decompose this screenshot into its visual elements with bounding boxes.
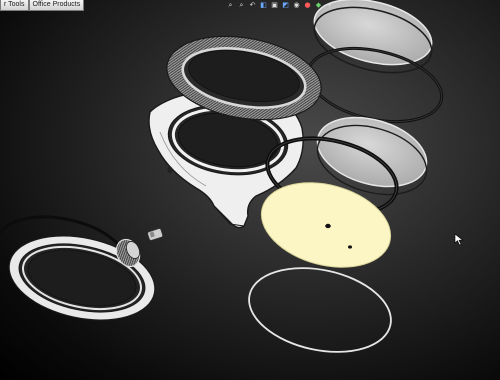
graphics-viewport[interactable]: r Tools Office Products ⌕ ⌕ ↶ ◧ ▣ ◩ ◉ ● … <box>0 0 500 380</box>
sapphire-crystal[interactable] <box>308 0 439 84</box>
view-orientation-icon[interactable]: ▣ <box>270 1 279 10</box>
mouse-cursor-icon <box>454 233 464 246</box>
zoom-area-icon[interactable]: ⌕ <box>237 1 246 10</box>
dial-ring[interactable] <box>241 256 398 364</box>
tab-tools[interactable]: r Tools <box>0 0 29 11</box>
apply-scene-icon[interactable]: ◆ <box>314 1 323 10</box>
command-tab-bar: r Tools Office Products <box>0 0 85 11</box>
previous-view-icon[interactable]: ↶ <box>248 1 257 10</box>
case-back[interactable] <box>1 223 162 332</box>
edit-appearance-icon[interactable]: ● <box>303 1 312 10</box>
hide-show-icon[interactable]: ◉ <box>292 1 301 10</box>
heads-up-view-toolbar: ⌕ ⌕ ↶ ◧ ▣ ◩ ◉ ● ◆ ▾ <box>226 0 334 10</box>
display-style-icon[interactable]: ◩ <box>281 1 290 10</box>
tab-office-products[interactable]: Office Products <box>28 0 85 11</box>
crown-tube[interactable] <box>147 228 164 241</box>
section-view-icon[interactable]: ◧ <box>259 1 268 10</box>
zoom-to-fit-icon[interactable]: ⌕ <box>226 1 235 10</box>
exploded-watch-model[interactable] <box>0 0 500 380</box>
view-settings-icon[interactable]: ▾ <box>325 1 334 10</box>
